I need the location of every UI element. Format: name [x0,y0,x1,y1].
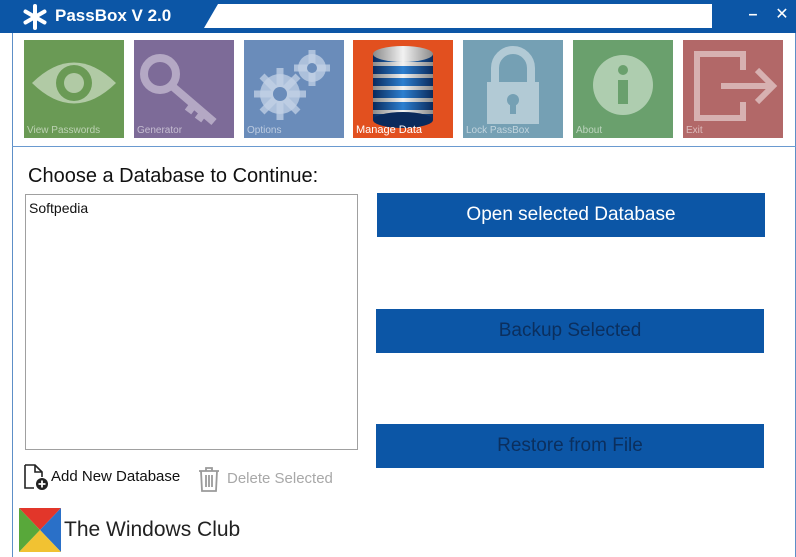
tile-exit[interactable]: Exit [683,40,783,138]
gears-icon [254,50,330,120]
eye-icon [32,62,116,104]
backup-selected-button[interactable]: Backup Selected [376,309,764,353]
database-list[interactable]: Softpedia [25,194,358,450]
info-icon [593,55,653,115]
windows-club-logo [19,508,61,552]
trash-icon [199,467,219,492]
tile-label: About [576,125,603,136]
title-bar-search-field[interactable] [204,4,712,28]
lock-icon [487,46,539,124]
asterisk-logo-icon [23,4,47,30]
tile-label: Options [247,125,282,136]
close-button[interactable]: ✕ [771,4,793,26]
tile-label: Lock PassBox [466,125,530,136]
tile-generator[interactable]: Generator [134,40,234,138]
delete-selected-label: Delete Selected [227,470,333,487]
tile-label: View Passwords [27,125,101,136]
app-title: PassBox V 2.0 [55,6,172,25]
add-database-label: Add New Database [51,468,181,485]
tile-manage-data[interactable]: Manage Data [353,40,453,138]
tile-options[interactable]: Options [244,40,344,138]
tile-label: Manage Data [356,124,423,136]
tile-view-passwords[interactable]: View Passwords [24,40,124,138]
choose-database-label: Choose a Database to Continue: [28,165,319,187]
title-bar: PassBox V 2.0 – ✕ [0,0,796,33]
key-icon [140,54,217,126]
list-item[interactable]: Softpedia [29,200,88,216]
windows-club-text: The Windows Club [64,518,241,541]
restore-from-file-button[interactable]: Restore from File [376,424,764,468]
minimize-button[interactable]: – [742,4,764,26]
open-database-button[interactable]: Open selected Database [377,193,765,237]
tile-lock-passbox[interactable]: Lock PassBox [463,40,563,138]
exit-icon [694,51,778,121]
tile-about[interactable]: About [573,40,673,138]
divider [12,146,796,147]
tile-label: Exit [686,125,703,136]
add-file-icon [24,464,48,490]
tile-label: Generator [137,125,183,136]
